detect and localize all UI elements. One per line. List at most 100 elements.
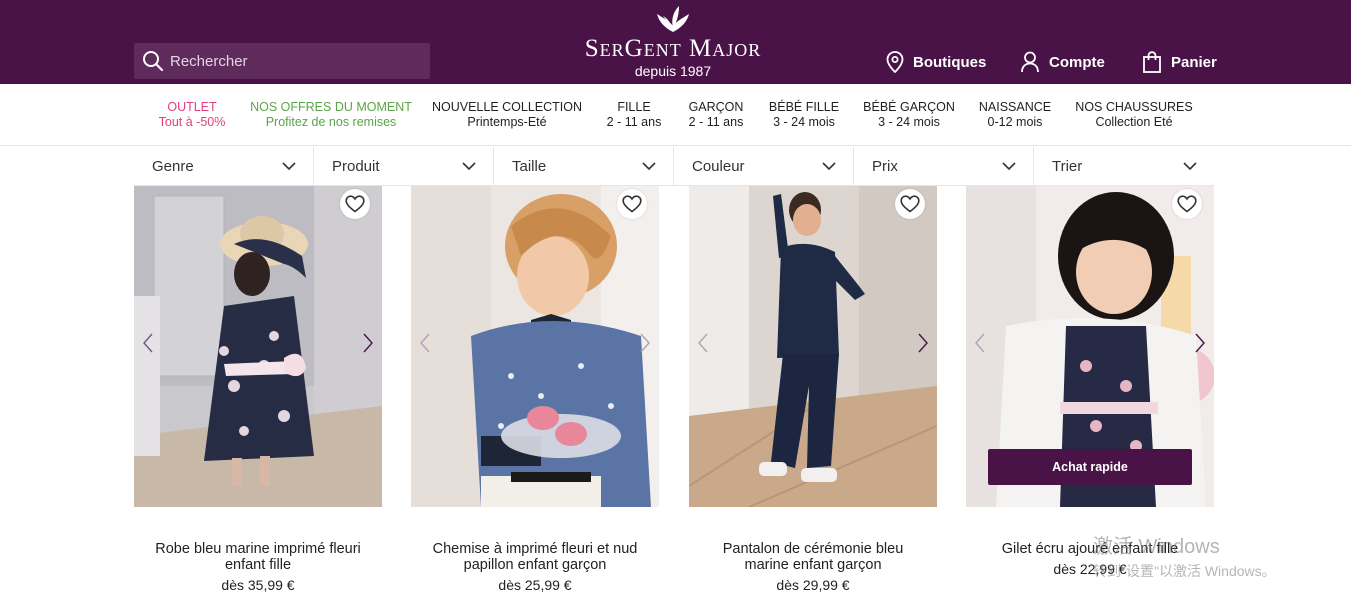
category-title: OUTLET (167, 100, 217, 114)
filter-genre[interactable]: Genre (134, 147, 314, 185)
product-photo-boy-shirt (411, 186, 659, 507)
product-name[interactable]: Robe bleu marine imprimé fleuri enfant f… (134, 541, 382, 573)
filter-size[interactable]: Taille (494, 147, 674, 185)
filter-label: Taille (512, 157, 547, 175)
next-image-button[interactable] (913, 331, 933, 355)
search-icon[interactable] (136, 43, 170, 79)
category-subtitle: 2 - 11 ans (606, 115, 662, 129)
category-shoes[interactable]: NOS CHAUSSURES Collection Eté (1070, 100, 1198, 130)
category-title: BÉBÉ FILLE (768, 100, 840, 114)
category-title: GARÇON (688, 100, 744, 114)
category-subtitle: 3 - 24 mois (878, 115, 940, 129)
filter-price[interactable]: Prix (854, 147, 1034, 185)
chevron-left-icon (143, 333, 153, 353)
header-bar: SerGent Major depuis 1987 Boutiques Comp… (0, 0, 1351, 84)
brand-since: depuis 1987 (634, 63, 712, 79)
brand-name: SerGent Major (584, 35, 762, 62)
product-card[interactable]: Pantalon de cérémonie bleu marine enfant… (689, 186, 937, 593)
favorite-button[interactable] (1172, 189, 1202, 219)
favorite-button[interactable] (340, 189, 370, 219)
category-title: NOS CHAUSSURES (1075, 100, 1193, 114)
category-new-collection[interactable]: NOUVELLE COLLECTION Printemps-Eté (428, 100, 586, 130)
stores-link[interactable]: Boutiques (886, 48, 986, 76)
filter-label: Prix (872, 157, 898, 175)
category-subtitle: 3 - 24 mois (773, 115, 835, 129)
next-image-button[interactable] (1190, 331, 1210, 355)
product-image[interactable] (134, 186, 382, 507)
chevron-down-icon (822, 161, 836, 170)
product-price: dès 29,99 € (776, 577, 850, 593)
heart-icon (1177, 195, 1197, 213)
product-image[interactable] (411, 186, 659, 507)
chevron-down-icon (282, 161, 296, 170)
stores-label: Boutiques (913, 53, 987, 71)
category-title: BÉBÉ GARÇON (863, 100, 955, 114)
filter-label: Produit (332, 157, 380, 175)
product-price: dès 25,99 € (498, 577, 572, 593)
product-price: dès 35,99 € (221, 577, 295, 593)
category-title: NAISSANCE (978, 100, 1052, 114)
chevron-right-icon (640, 333, 650, 353)
user-icon (1021, 51, 1039, 73)
next-image-button[interactable] (635, 331, 655, 355)
category-offers[interactable]: NOS OFFRES DU MOMENT Profitez de nos rem… (248, 100, 414, 130)
product-image[interactable] (689, 186, 937, 507)
next-image-button[interactable] (358, 331, 378, 355)
search-input[interactable] (170, 52, 410, 70)
product-photo-boy-suit (689, 186, 937, 507)
filter-bar: Genre Produit Taille Couleur Prix Trier (134, 147, 1214, 186)
favorite-button[interactable] (895, 189, 925, 219)
filter-label: Genre (152, 157, 194, 175)
location-pin-icon (886, 51, 904, 73)
previous-image-button[interactable] (138, 331, 158, 355)
category-girl[interactable]: FILLE 2 - 11 ans (598, 100, 670, 130)
category-baby-girl[interactable]: BÉBÉ FILLE 3 - 24 mois (764, 100, 844, 130)
quick-buy-button[interactable]: Achat rapide (988, 449, 1192, 485)
product-card[interactable]: Robe bleu marine imprimé fleuri enfant f… (134, 186, 382, 593)
product-name[interactable]: Chemise à imprimé fleuri et nud papillon… (411, 541, 659, 573)
category-boy[interactable]: GARÇON 2 - 11 ans (680, 100, 752, 130)
category-baby-boy[interactable]: BÉBÉ GARÇON 3 - 24 mois (860, 100, 958, 130)
previous-image-button[interactable] (693, 331, 713, 355)
category-subtitle: Collection Eté (1095, 115, 1173, 129)
filter-product[interactable]: Produit (314, 147, 494, 185)
shopping-bag-icon (1143, 51, 1161, 73)
product-name[interactable]: Pantalon de cérémonie bleu marine enfant… (689, 541, 937, 573)
heart-icon (900, 195, 920, 213)
category-title: NOUVELLE COLLECTION (431, 100, 583, 114)
watermark-title: 激活 Windows (1093, 536, 1220, 558)
search-box[interactable] (134, 43, 430, 79)
cart-link[interactable]: Panier (1142, 48, 1217, 76)
chevron-right-icon (1195, 333, 1205, 353)
filter-label: Trier (1052, 157, 1083, 175)
watermark-subtitle: 转到"设置"以激活 Windows。 (1093, 563, 1276, 579)
chevron-right-icon (363, 333, 373, 353)
chevron-down-icon (1183, 161, 1197, 170)
product-image[interactable]: Achat rapide (966, 186, 1214, 507)
windows-activation-watermark: 激活 Windows 转到"设置"以激活 Windows。 (1093, 536, 1276, 580)
category-outlet[interactable]: OUTLET Tout à -50% (142, 100, 242, 130)
category-subtitle: Tout à -50% (158, 115, 226, 129)
cart-label: Panier (1171, 53, 1217, 71)
account-link[interactable]: Compte (1020, 48, 1105, 76)
product-card[interactable]: Chemise à imprimé fleuri et nud papillon… (411, 186, 659, 593)
filter-sort[interactable]: Trier (1034, 147, 1214, 185)
chevron-left-icon (420, 333, 430, 353)
heart-icon (345, 195, 365, 213)
chevron-left-icon (975, 333, 985, 353)
chevron-right-icon (918, 333, 928, 353)
category-title: FILLE (617, 100, 651, 114)
chevron-left-icon (698, 333, 708, 353)
category-subtitle: 2 - 11 ans (688, 115, 744, 129)
favorite-button[interactable] (617, 189, 647, 219)
filter-color[interactable]: Couleur (674, 147, 854, 185)
category-birth[interactable]: NAISSANCE 0-12 mois (974, 100, 1056, 130)
product-card[interactable]: Achat rapide Gilet écru ajouré enfant fi… (966, 186, 1214, 577)
chevron-down-icon (462, 161, 476, 170)
previous-image-button[interactable] (415, 331, 435, 355)
brand-logo[interactable]: SerGent Major depuis 1987 (562, 4, 784, 82)
account-label: Compte (1049, 53, 1105, 71)
heart-icon (622, 195, 642, 213)
previous-image-button[interactable] (970, 331, 990, 355)
category-menu: OUTLET Tout à -50% NOS OFFRES DU MOMENT … (0, 84, 1351, 146)
